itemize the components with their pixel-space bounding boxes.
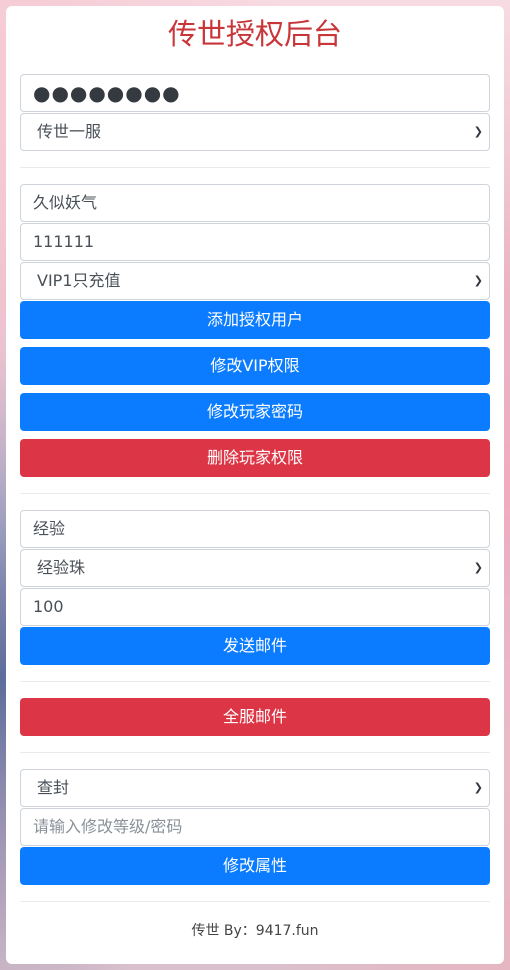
delete-player-permission-button[interactable]: 删除玩家权限 (20, 439, 490, 477)
vip-level-select-value: VIP1只充值 (37, 271, 121, 290)
modify-attributes-button[interactable]: 修改属性 (20, 847, 490, 885)
chevron-down-icon: ❯ (473, 125, 483, 138)
chevron-down-icon: ❯ (473, 561, 483, 574)
modify-player-password-button[interactable]: 修改玩家密码 (20, 393, 490, 431)
add-authorized-user-button[interactable]: 添加授权用户 (20, 301, 490, 339)
mail-item-input[interactable]: 经验 (20, 510, 490, 548)
chevron-down-icon: ❯ (473, 781, 483, 794)
section-divider (20, 901, 490, 902)
admin-panel-card: 传世授权后台 ●●●●●●●● 传世一服 ❯ 久似妖气 111111 VIP1只… (6, 6, 504, 964)
action-select[interactable]: 查封 ❯ (20, 769, 490, 807)
section-divider (20, 167, 490, 168)
modify-vip-button[interactable]: 修改VIP权限 (20, 347, 490, 385)
server-wide-mail-button[interactable]: 全服邮件 (20, 698, 490, 736)
footer-text: 传世 By：9417.fun (191, 923, 319, 939)
section-divider (20, 752, 490, 753)
mail-item-select-value: 经验珠 (37, 558, 86, 577)
vip-level-select[interactable]: VIP1只充值 ❯ (20, 262, 490, 300)
username-input[interactable]: 久似妖气 (20, 184, 490, 222)
attribute-value-input[interactable]: 请输入修改等级/密码 (20, 808, 490, 846)
send-mail-button[interactable]: 发送邮件 (20, 627, 490, 665)
server-select-value: 传世一服 (37, 122, 102, 141)
user-password-input[interactable]: 111111 (20, 223, 490, 261)
attribute-value-placeholder: 请输入修改等级/密码 (33, 817, 183, 836)
page-title: 传世授权后台 (167, 17, 342, 51)
mail-item-select[interactable]: 经验珠 ❯ (20, 549, 490, 587)
section-divider (20, 493, 490, 494)
section-divider (20, 681, 490, 682)
mail-quantity-input[interactable]: 100 (20, 588, 490, 626)
server-select[interactable]: 传世一服 ❯ (20, 113, 490, 151)
action-select-value: 查封 (37, 778, 70, 797)
password-input[interactable]: ●●●●●●●● (20, 74, 490, 112)
chevron-down-icon: ❯ (473, 274, 483, 287)
